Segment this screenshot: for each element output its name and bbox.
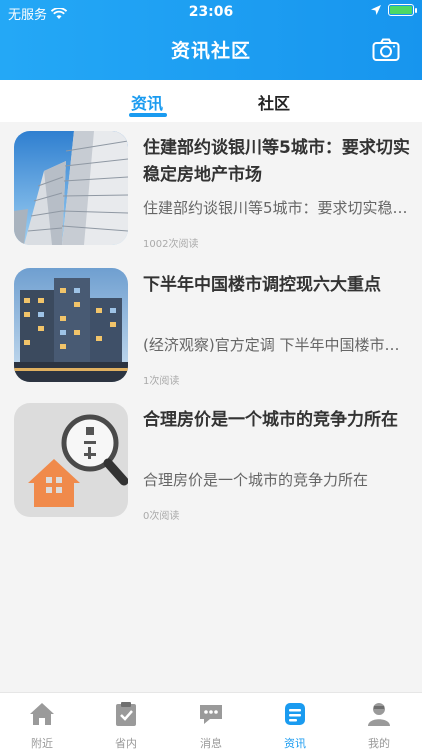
battery-icon: [388, 4, 417, 16]
header: 无服务 23:06 资讯社区: [0, 0, 422, 80]
news-title: 下半年中国楼市调控现六大重点: [143, 275, 381, 295]
tab-nearby[interactable]: 附近: [12, 701, 72, 750]
news-item[interactable]: 合理房价是一个城市的竞争力所在 合理房价是一个城市的竞争力所在 0次阅读: [0, 403, 422, 533]
apartment-complex-thumbnail: [14, 268, 128, 382]
home-icon: [30, 703, 54, 725]
tab-label: 我的: [368, 737, 390, 750]
tab-label: 消息: [200, 737, 222, 750]
page-title: 资讯社区: [170, 40, 251, 62]
tab-bar-top: 资讯 社区: [0, 80, 422, 122]
tab-label: 资讯: [284, 737, 306, 750]
house-price-magnifier-thumbnail: [14, 403, 128, 517]
message-icon: [200, 705, 222, 724]
high-rise-buildings-thumbnail: [14, 131, 128, 245]
read-count: 1次阅读: [143, 376, 180, 387]
camera-icon[interactable]: [372, 38, 400, 62]
clock: 23:06: [188, 4, 234, 20]
news-icon: [285, 703, 305, 725]
news-summary: 合理房价是一个城市的竞争力所在: [143, 471, 369, 489]
clipboard-check-icon: [116, 702, 136, 726]
news-summary: 住建部约谈银川等5城市：要求切实稳定房地产市场: [143, 199, 409, 217]
news-item[interactable]: 住建部约谈银川等5城市：要求切实稳定房地产市场 住建部约谈银川等5城市：要求切实…: [0, 131, 422, 261]
user-icon: [368, 703, 390, 726]
read-count: 1002次阅读: [143, 239, 199, 250]
news-title: 住建部约谈银川等5城市：要求切实稳定房地产市场: [143, 138, 410, 185]
location-icon: [371, 5, 381, 15]
tab-mine[interactable]: 我的: [349, 701, 409, 750]
tab-community[interactable]: 社区: [258, 90, 290, 114]
tab-messages[interactable]: 消息: [181, 701, 241, 750]
read-count: 0次阅读: [143, 511, 180, 522]
tab-news-bottom[interactable]: 资讯: [265, 701, 325, 750]
tab-province[interactable]: 省内: [96, 701, 156, 750]
status-bar: 无服务 23:06: [0, 0, 422, 24]
news-summary: (经济观察)官方定调 下半年中国楼市调控现六大重点: [143, 336, 409, 354]
tab-active-indicator: [129, 113, 167, 117]
tab-news[interactable]: 资讯: [131, 90, 163, 114]
news-item[interactable]: 下半年中国楼市调控现六大重点 (经济观察)官方定调 下半年中国楼市调控现六大重点…: [0, 268, 422, 398]
tab-label: 省内: [115, 737, 137, 750]
tab-label: 附近: [31, 737, 53, 750]
bottom-tab-bar: 附近 省内 消息 资讯 我的: [0, 692, 422, 750]
news-title: 合理房价是一个城市的竞争力所在: [143, 410, 398, 430]
